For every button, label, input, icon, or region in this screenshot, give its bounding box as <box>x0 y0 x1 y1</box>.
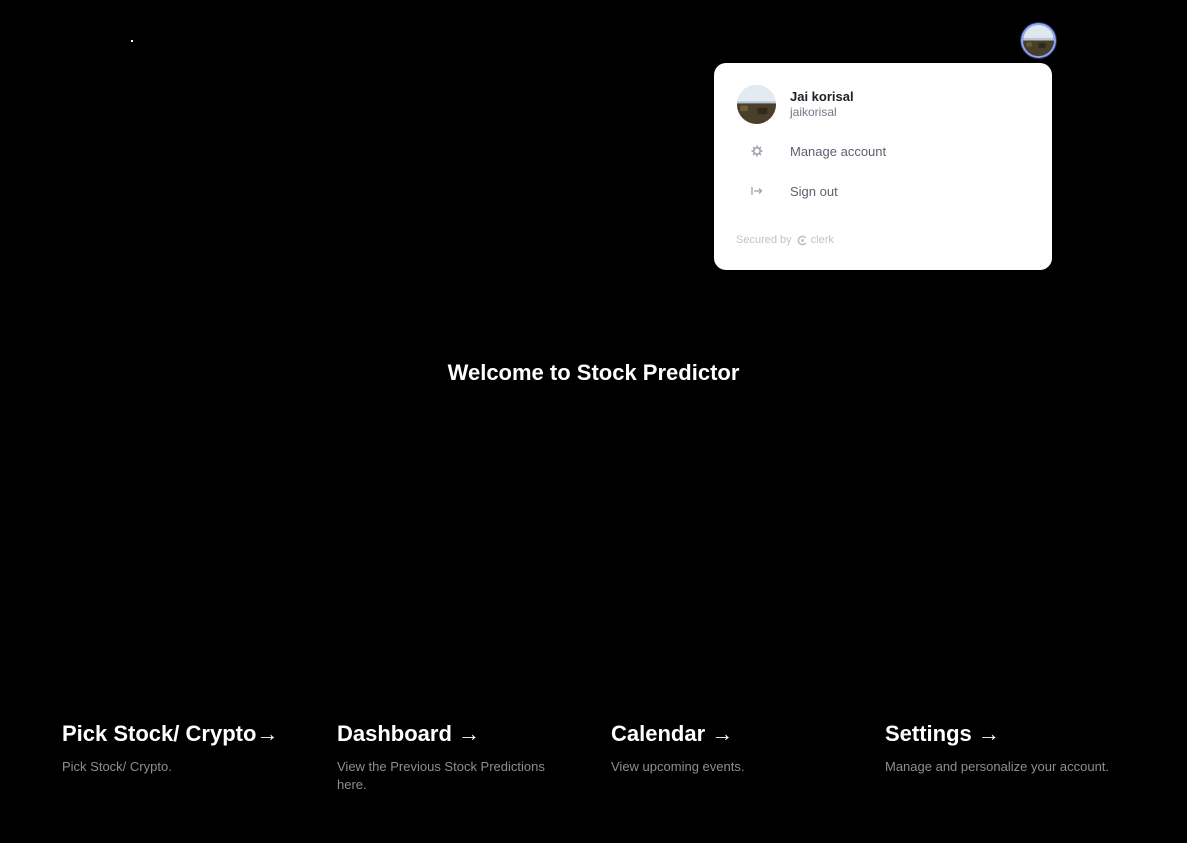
dashboard-title: Dashboard <box>337 721 452 746</box>
secured-by-text: Secured by <box>736 234 792 246</box>
sign-out-label: Sign out <box>790 183 838 199</box>
dashboard-link[interactable]: Dashboard → <box>337 720 567 748</box>
card-dashboard: Dashboard → View the Previous Stock Pred… <box>337 720 567 794</box>
avatar-image <box>1023 25 1054 56</box>
user-info: Jai korisal jaikorisal <box>737 85 854 124</box>
clerk-brand: clerk <box>810 234 834 246</box>
arrow-right-icon: → <box>977 721 1000 746</box>
user-menu-popover: Jai korisal jaikorisal Manage account Si… <box>714 63 1052 270</box>
card-settings: Settings → Manage and personalize your a… <box>885 720 1145 776</box>
sign-out-icon <box>750 184 764 198</box>
popover-avatar-image <box>737 85 776 124</box>
arrow-right-icon: → <box>711 721 734 746</box>
page-title: Welcome to Stock Predictor <box>447 360 740 385</box>
arrow-right-icon: → <box>256 721 279 746</box>
clerk-logo-icon <box>797 235 808 246</box>
card-pick-stock: Pick Stock/ Crypto→ Pick Stock/ Crypto. <box>62 720 302 776</box>
user-name: Jai korisal <box>790 89 854 104</box>
pick-stock-title: Pick Stock/ Crypto <box>62 721 257 746</box>
calendar-description: View upcoming events. <box>611 759 745 774</box>
user-avatar-button[interactable] <box>1021 23 1056 58</box>
arrow-right-icon: → <box>458 721 481 746</box>
decorative-dot <box>131 40 133 42</box>
settings-link[interactable]: Settings → <box>885 720 1145 748</box>
user-handle: jaikorisal <box>790 105 837 119</box>
manage-account-label: Manage account <box>790 143 887 159</box>
pick-stock-link[interactable]: Pick Stock/ Crypto→ <box>62 720 302 748</box>
secured-by-footer: Secured by clerk <box>736 234 834 246</box>
sign-out-item[interactable]: Sign out <box>714 174 1052 208</box>
pick-stock-description: Pick Stock/ Crypto. <box>62 759 172 774</box>
popover-avatar <box>737 85 776 124</box>
settings-description: Manage and personalize your account. <box>885 759 1110 774</box>
gear-icon <box>750 144 764 158</box>
calendar-link[interactable]: Calendar → <box>611 720 851 748</box>
manage-account-item[interactable]: Manage account <box>714 134 1052 168</box>
card-calendar: Calendar → View upcoming events. <box>611 720 851 776</box>
dashboard-description: View the Previous Stock Predictions here… <box>337 759 545 792</box>
calendar-title: Calendar <box>611 721 706 746</box>
settings-title: Settings <box>885 721 972 746</box>
